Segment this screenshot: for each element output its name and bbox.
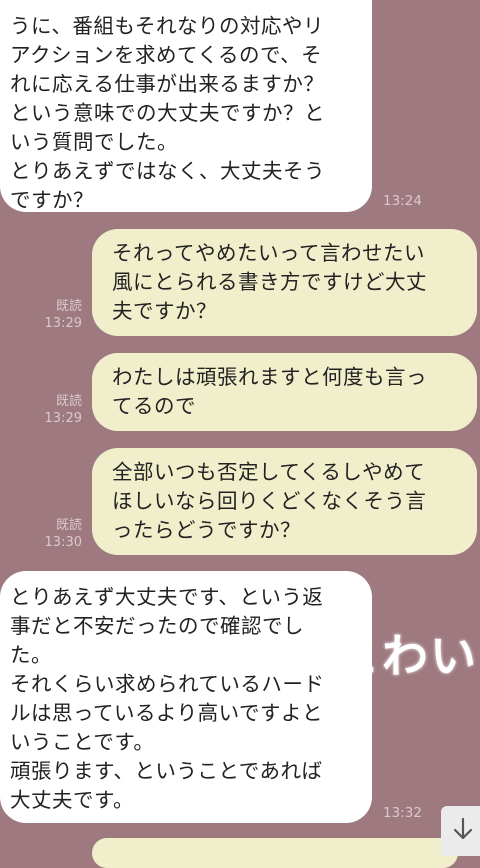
read-receipt: 既読 13:29 (40, 298, 82, 332)
message-time: 13:30 (44, 535, 82, 550)
outgoing-message[interactable]: それってやめたいって言わせたい 風にとられる書き方ですけど大丈 夫ですか？ (92, 229, 477, 336)
outgoing-message[interactable]: 全部いつも否定してくるしやめて ほしいなら回りくどくなくそう言 ったらどうですか… (92, 448, 477, 555)
read-label: 既読 (55, 394, 82, 409)
message-time: 13:29 (44, 411, 82, 426)
incoming-message[interactable]: うに、番組もそれなりの対応やリ アクションを求めてくるので、そ れに応える仕事が… (0, 0, 372, 212)
incoming-message[interactable]: とりあえず大丈夫です、という返 事だと不安だったので確認でし た。 それくらい求… (0, 571, 372, 823)
arrow-down-icon (452, 817, 474, 845)
message-time: 13:24 (383, 193, 422, 209)
outgoing-message[interactable]: わたしは頑張れますと何度も言っ てるので (92, 353, 477, 431)
read-label: 既読 (55, 518, 82, 533)
message-time: 13:32 (383, 805, 422, 821)
message-time: 13:29 (44, 316, 82, 331)
outgoing-message-partial[interactable] (92, 838, 458, 868)
overlay-caption: こわい (334, 629, 478, 683)
read-receipt: 既読 13:30 (40, 517, 82, 551)
read-receipt: 既読 13:29 (40, 393, 82, 427)
read-label: 既読 (55, 299, 82, 314)
scroll-to-bottom-button[interactable] (441, 806, 480, 856)
